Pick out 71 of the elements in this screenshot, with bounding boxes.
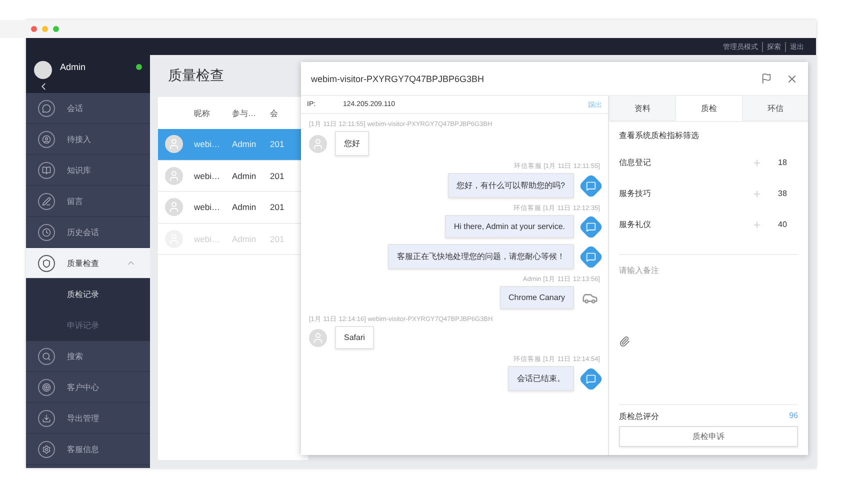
message-bubble: Safari bbox=[335, 326, 374, 349]
sidebar-item[interactable]: 质量检查 bbox=[26, 248, 150, 279]
search-icon bbox=[38, 348, 55, 364]
table-cell-text: webi… bbox=[194, 139, 221, 150]
plus-icon[interactable] bbox=[752, 220, 762, 230]
visitor-avatar-icon bbox=[309, 328, 327, 346]
column-header: 参与… bbox=[232, 108, 257, 118]
total-label: 质检总评分 bbox=[619, 411, 659, 422]
message-bubble: 会话已结束。 bbox=[508, 366, 574, 391]
table-cell-text: Admin bbox=[232, 202, 258, 212]
table-cell-text: 201 bbox=[270, 170, 286, 181]
message-bubble: Hi there, Admin at your service. bbox=[444, 215, 574, 238]
sidebar-subitem[interactable]: 申诉记录 bbox=[26, 310, 150, 341]
user-avatar bbox=[34, 61, 52, 79]
panel-tab[interactable]: 环信 bbox=[742, 96, 808, 121]
sidebar-label: 导出管理 bbox=[67, 412, 99, 424]
sidebar-label: 会话 bbox=[67, 102, 83, 114]
sidebar-subitem[interactable]: 质检记录 bbox=[26, 279, 150, 310]
criterion-name: 服务礼仪 bbox=[619, 219, 652, 230]
criterion-score: 38 bbox=[778, 189, 788, 198]
flag-icon[interactable] bbox=[761, 73, 772, 84]
table-cell-text: Admin bbox=[232, 170, 258, 181]
avatar-icon bbox=[165, 166, 183, 185]
table-cell-text: webi… bbox=[194, 202, 221, 212]
message-bubble: 您好，有什么可以帮助您的吗? bbox=[448, 173, 574, 198]
sidebar-label: 客服信息 bbox=[67, 444, 99, 454]
table-cell-text: 201 bbox=[270, 139, 286, 150]
table-cell-text: webi… bbox=[194, 170, 221, 181]
chat-icon bbox=[38, 100, 55, 116]
clock-icon bbox=[38, 224, 55, 240]
book-icon bbox=[38, 162, 55, 178]
download-icon bbox=[38, 410, 55, 426]
criterion-name: 服务技巧 bbox=[619, 188, 652, 199]
close-dot[interactable] bbox=[31, 26, 37, 32]
user-name: Admin bbox=[60, 62, 87, 74]
column-header: 会 bbox=[270, 108, 279, 118]
avatar-icon bbox=[165, 198, 183, 216]
edit-icon bbox=[38, 192, 55, 210]
dialog-title: webim-visitor-PXYRGY7Q47BPJBP6G3BH bbox=[311, 74, 486, 84]
sidebar-label: 历史会话 bbox=[67, 226, 99, 238]
panel-tab[interactable]: 资料 bbox=[609, 96, 676, 121]
gear-icon bbox=[38, 440, 55, 458]
message-bubble: 客服正在飞快地处理您的问题，请您耐心等候！ bbox=[388, 244, 574, 269]
sidebar-label: 搜索 bbox=[67, 350, 83, 362]
column-header: 昵称 bbox=[194, 108, 211, 118]
sidebar-label: 客户中心 bbox=[67, 382, 99, 392]
message-bubble: Chrome Canary bbox=[500, 286, 574, 309]
table-cell-text: 201 bbox=[270, 202, 286, 212]
plus-icon[interactable] bbox=[752, 188, 762, 198]
visitor-avatar-icon bbox=[309, 134, 327, 152]
minimize-dot[interactable] bbox=[42, 26, 48, 32]
criterion-name: 信息登记 bbox=[619, 157, 652, 168]
quality-heading: 查看系统质检指标筛选 bbox=[619, 130, 700, 141]
sidebar-label: 待接入 bbox=[67, 134, 91, 144]
page-title: 质量检查 bbox=[168, 67, 224, 85]
criterion-score: 40 bbox=[778, 220, 788, 229]
sidebar-label: 知识库 bbox=[67, 164, 91, 176]
sidebar-label: 留言 bbox=[67, 196, 83, 206]
close-icon[interactable] bbox=[786, 72, 798, 84]
avatar-icon bbox=[165, 135, 183, 154]
total-score: 96 bbox=[789, 411, 798, 422]
plus-icon[interactable] bbox=[752, 158, 762, 168]
shield-icon bbox=[38, 254, 55, 272]
target-icon bbox=[38, 378, 55, 396]
user-icon bbox=[38, 130, 55, 148]
sidebar-label: 质量检查 bbox=[67, 258, 99, 268]
zoom-dot[interactable] bbox=[53, 26, 59, 32]
message-bubble: 您好 bbox=[335, 131, 369, 156]
appeal-button[interactable]: 质检申诉 bbox=[619, 426, 798, 447]
criterion-score: 18 bbox=[778, 158, 788, 167]
table-cell-text: Admin bbox=[232, 139, 258, 150]
